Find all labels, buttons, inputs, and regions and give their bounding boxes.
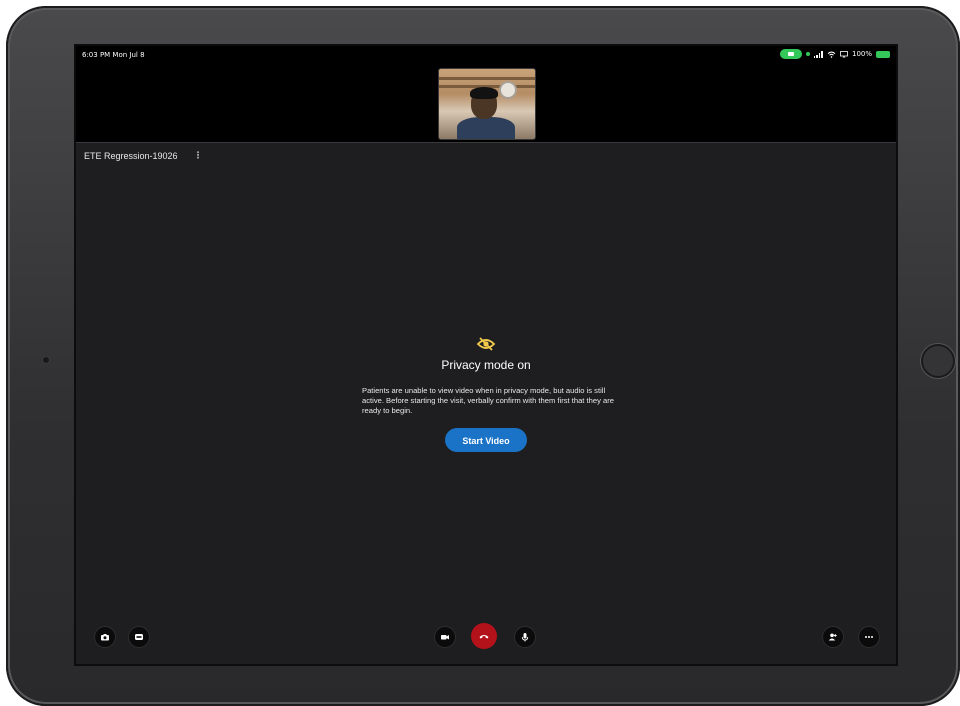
person-body [457,117,515,139]
session-name: ETE Regression-19026 [84,150,178,161]
privacy-mode-panel: Privacy mode on Patients are unable to v… [356,336,616,452]
end-call-icon [479,635,489,639]
self-view-video[interactable] [438,68,536,140]
camera-icon [101,634,109,641]
status-indicators: 100% [779,49,890,59]
recording-dot-icon [805,52,810,56]
session-menu-icon[interactable]: ⋮ [194,150,203,161]
participant-strip [76,64,896,142]
app-screen: 6:03 PM Mon Jul 8 100% ETE Regression-19… [74,44,898,666]
end-call-button[interactable] [471,623,497,649]
battery-percent: 100% [851,50,872,58]
wifi-icon [827,51,836,58]
add-participant-button[interactable] [822,626,844,648]
home-button[interactable] [921,344,955,378]
session-header: ETE Regression-19026 ⋮ [84,150,203,161]
more-icon [865,636,873,638]
video-toggle-button[interactable] [434,626,456,648]
status-bar: 6:03 PM Mon Jul 8 100% [76,46,896,64]
screen-share-button[interactable] [128,626,150,648]
microphone-icon [521,633,529,642]
ceiling-light [501,83,515,97]
privacy-message: Patients are unable to view video when i… [362,386,614,415]
camera-button[interactable] [94,626,116,648]
more-options-button[interactable] [858,626,880,648]
microphone-button[interactable] [514,626,536,648]
front-camera [43,357,49,363]
video-camera-icon [441,635,449,640]
strip-divider [76,142,896,143]
privacy-title: Privacy mode on [441,358,531,372]
start-video-button[interactable]: Start Video [445,428,527,452]
add-participant-icon [828,633,837,641]
screen-mirroring-icon [840,50,848,57]
person-hair [470,87,498,99]
cellular-signal-icon [813,50,823,58]
camera-in-use-icon [779,49,802,59]
battery-charging-icon [876,50,890,58]
eye-off-icon [476,337,496,351]
status-time: 6:03 PM Mon Jul 8 [82,51,145,59]
screen-share-icon [135,634,143,640]
